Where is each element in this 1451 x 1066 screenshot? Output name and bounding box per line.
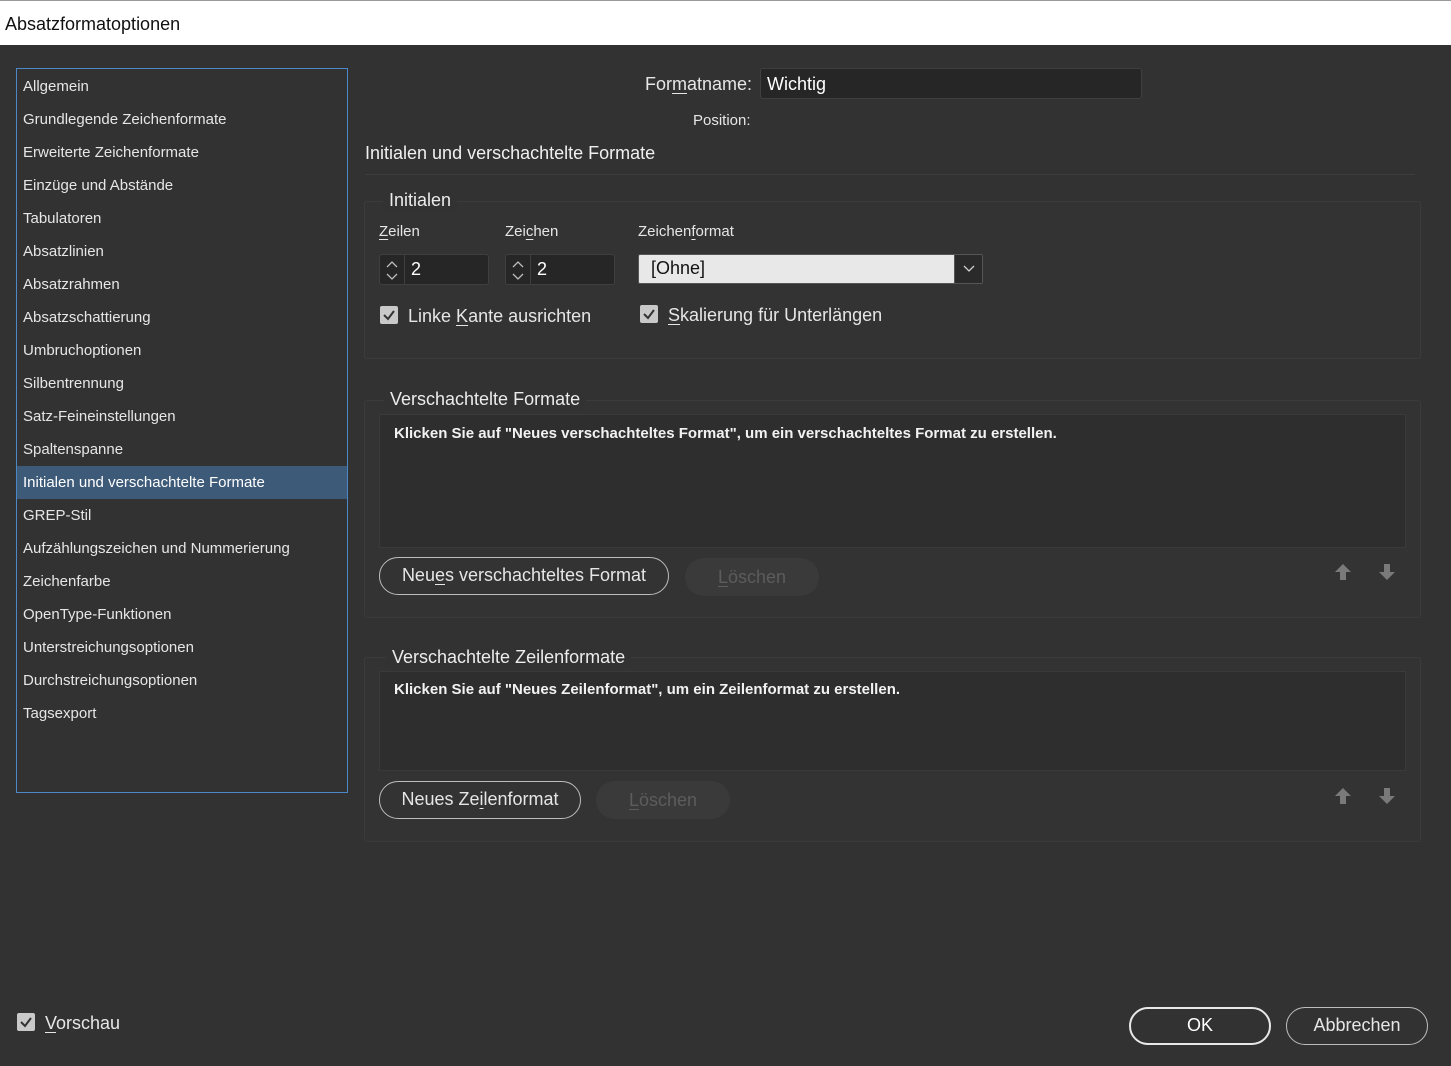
zeichen-label: Zeichen: [505, 223, 559, 240]
checkmark-icon: [20, 1017, 32, 1028]
sidebar-item[interactable]: Spaltenspanne: [17, 433, 347, 466]
position-label: Position:: [693, 112, 751, 129]
sidebar-item[interactable]: Aufzählungszeichen und Nummerierung: [17, 532, 347, 565]
vorschau-checkbox[interactable]: [17, 1013, 35, 1031]
zeichen-input[interactable]: 2: [531, 254, 615, 285]
sidebar-item[interactable]: Unterstreichungsoptionen: [17, 631, 347, 664]
cancel-button[interactable]: Abbrechen: [1286, 1007, 1428, 1045]
checkmark-icon: [643, 309, 655, 320]
verschachtelte-zeilenformate-info: Klicken Sie auf "Neues Zeilenformat", um…: [394, 681, 901, 698]
sidebar-item[interactable]: OpenType-Funktionen: [17, 598, 347, 631]
sidebar-item[interactable]: Absatzrahmen: [17, 268, 347, 301]
sidebar-item[interactable]: Absatzlinien: [17, 235, 347, 268]
zeichenformat-value: [Ohne]: [651, 258, 706, 278]
sidebar-item[interactable]: Absatzschattierung: [17, 301, 347, 334]
sidebar-item[interactable]: Allgemein: [17, 70, 347, 103]
sidebar-item[interactable]: Erweiterte Zeichenformate: [17, 136, 347, 169]
section-divider: [365, 174, 1415, 175]
chevron-down-icon[interactable]: [386, 272, 398, 282]
sidebar-item[interactable]: Umbruchoptionen: [17, 334, 347, 367]
verschachtelte-formate-title: Verschachtelte Formate: [384, 389, 587, 410]
sidebar-item[interactable]: Durchstreichungsoptionen: [17, 664, 347, 697]
zeilen-label: Zeilen: [379, 223, 420, 240]
chevron-up-icon[interactable]: [512, 259, 524, 269]
new-nested-format-button[interactable]: Neues verschachteltes Format: [379, 557, 669, 595]
formatname-input[interactable]: Wichtig: [760, 68, 1142, 99]
arrow-up-icon[interactable]: [1334, 563, 1352, 581]
zeichenformat-label: Zeichenformat: [638, 223, 734, 240]
sidebar-item[interactable]: Tagsexport: [17, 697, 347, 730]
zeilen-stepper[interactable]: [379, 254, 405, 285]
checkmark-icon: [383, 310, 395, 321]
arrow-down-icon[interactable]: [1378, 563, 1396, 581]
sidebar-item[interactable]: Initialen und verschachtelte Formate: [17, 466, 347, 499]
arrow-down-icon[interactable]: [1378, 787, 1396, 805]
delete-line-format-button[interactable]: Löschen: [596, 781, 730, 819]
window-title: Absatzformatoptionen: [5, 14, 181, 34]
sidebar-item[interactable]: Silbentrennung: [17, 367, 347, 400]
new-line-format-button[interactable]: Neues Zeilenformat: [379, 781, 581, 819]
sidebar-item[interactable]: GREP-Stil: [17, 499, 347, 532]
linke-kante-label[interactable]: Linke Kante ausrichten: [408, 306, 591, 327]
ok-button[interactable]: OK: [1129, 1007, 1271, 1045]
delete-nested-format-button[interactable]: Löschen: [685, 558, 819, 596]
zeilen-input[interactable]: 2: [405, 254, 489, 285]
chevron-down-icon: [963, 265, 975, 272]
sidebar-item[interactable]: Grundlegende Zeichenformate: [17, 103, 347, 136]
dropdown-button[interactable]: [954, 255, 982, 283]
sidebar-item[interactable]: Zeichenfarbe: [17, 565, 347, 598]
title-bar: Absatzformatoptionen: [0, 0, 1451, 45]
section-title: Initialen und verschachtelte Formate: [365, 143, 656, 163]
linke-kante-checkbox[interactable]: [380, 306, 398, 324]
chevron-up-icon[interactable]: [386, 259, 398, 269]
verschachtelte-formate-info: Klicken Sie auf "Neues verschachteltes F…: [394, 425, 1057, 442]
sidebar-item[interactable]: Satz-Feineinstellungen: [17, 400, 347, 433]
vorschau-label[interactable]: Vorschau: [45, 1013, 120, 1034]
sidebar-item[interactable]: Einzüge und Abstände: [17, 169, 347, 202]
category-list[interactable]: Allgemein Grundlegende Zeichenformate Erwe…: [16, 68, 348, 793]
skalierung-checkbox[interactable]: [640, 305, 658, 323]
sidebar-item[interactable]: Tabulatoren: [17, 202, 347, 235]
formatname-label: Formatname:: [645, 74, 753, 94]
skalierung-label[interactable]: Skalierung für Unterlängen: [668, 305, 882, 326]
arrow-up-icon[interactable]: [1334, 787, 1352, 805]
zeichen-stepper[interactable]: [505, 254, 531, 285]
zeichenformat-select[interactable]: [Ohne]: [638, 254, 983, 284]
initialen-title: Initialen: [383, 190, 458, 211]
chevron-down-icon[interactable]: [512, 272, 524, 282]
verschachtelte-zeilenformate-title: Verschachtelte Zeilenformate: [386, 647, 632, 668]
